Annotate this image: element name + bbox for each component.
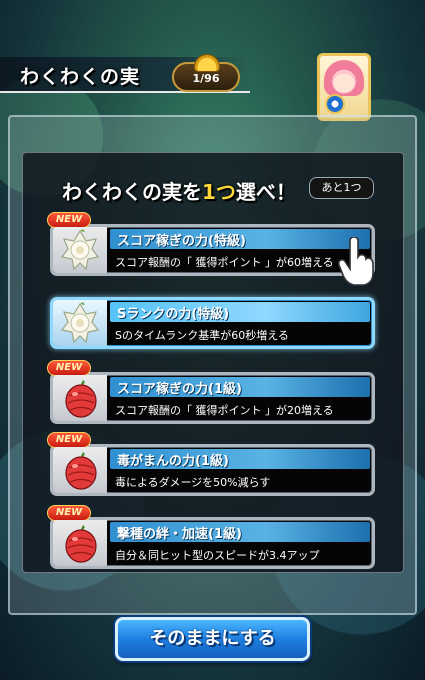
white-fruit-icon [60,302,100,344]
prompt-text-end: 選べ！ [235,180,296,204]
option-description: 自分＆同ヒット型のスピードが3.4アップ [115,549,320,562]
prompt-text: わくわくの実を [62,180,202,204]
selection-prompt: わくわくの実を1つ選べ！ [62,176,296,205]
option-poison-resist[interactable]: NEW 毒がまんの力(1級) 毒によるダメージを50%減らす [47,432,375,496]
option-s-rank-special[interactable]: Sランクの力(特級) Sのタイムランク基準が60秒増える [50,297,375,349]
option-title: 毒がまんの力(1級) [117,454,229,469]
new-badge: NEW [47,360,91,376]
option-score-special[interactable]: NEW スコア稼ぎの力(特級) スコア報酬の「 獲得ポイント 」が60増える [47,212,375,276]
option-description: Sのタイムランク基準が60秒増える [115,329,289,342]
pointer-hand-icon [337,237,374,286]
option-description: 毒によるダメージを50%減らす [115,476,271,489]
option-title: Sランクの力(特級) [117,307,230,322]
counter-value: 1/96 [192,72,220,85]
red-fruit-icon [65,452,97,490]
progress-counter: 1/96 [172,54,240,92]
option-title: 撃種の絆・加速(1級) [117,527,242,542]
keep-as-is-button[interactable]: そのままにする [115,617,310,661]
page-title: わくわくの実 [20,66,141,88]
element-badge-icon [325,94,345,114]
prompt-count: 1つ [202,180,236,204]
option-description: スコア報酬の「 獲得ポイント 」が60増える [115,256,334,269]
option-description: スコア報酬の「 獲得ポイント 」が20増える [115,404,334,417]
option-title: スコア稼ぎの力(特級) [117,234,246,249]
option-title: スコア稼ぎの力(1級) [117,382,242,397]
option-score-grade1[interactable]: NEW スコア稼ぎの力(1級) スコア報酬の「 獲得ポイント 」が20増える [47,360,375,424]
red-fruit-icon [65,380,97,418]
white-fruit-icon [60,229,100,271]
character-avatar[interactable] [317,53,371,121]
red-fruit-icon [65,525,97,563]
new-badge: NEW [47,505,91,521]
new-badge: NEW [47,432,91,448]
new-badge: NEW [47,212,91,228]
option-bond-speed[interactable]: NEW 撃種の絆・加速(1級) 自分＆同ヒット型のスピードが3.4アップ [47,505,375,569]
remaining-badge: あと1つ [309,177,374,199]
